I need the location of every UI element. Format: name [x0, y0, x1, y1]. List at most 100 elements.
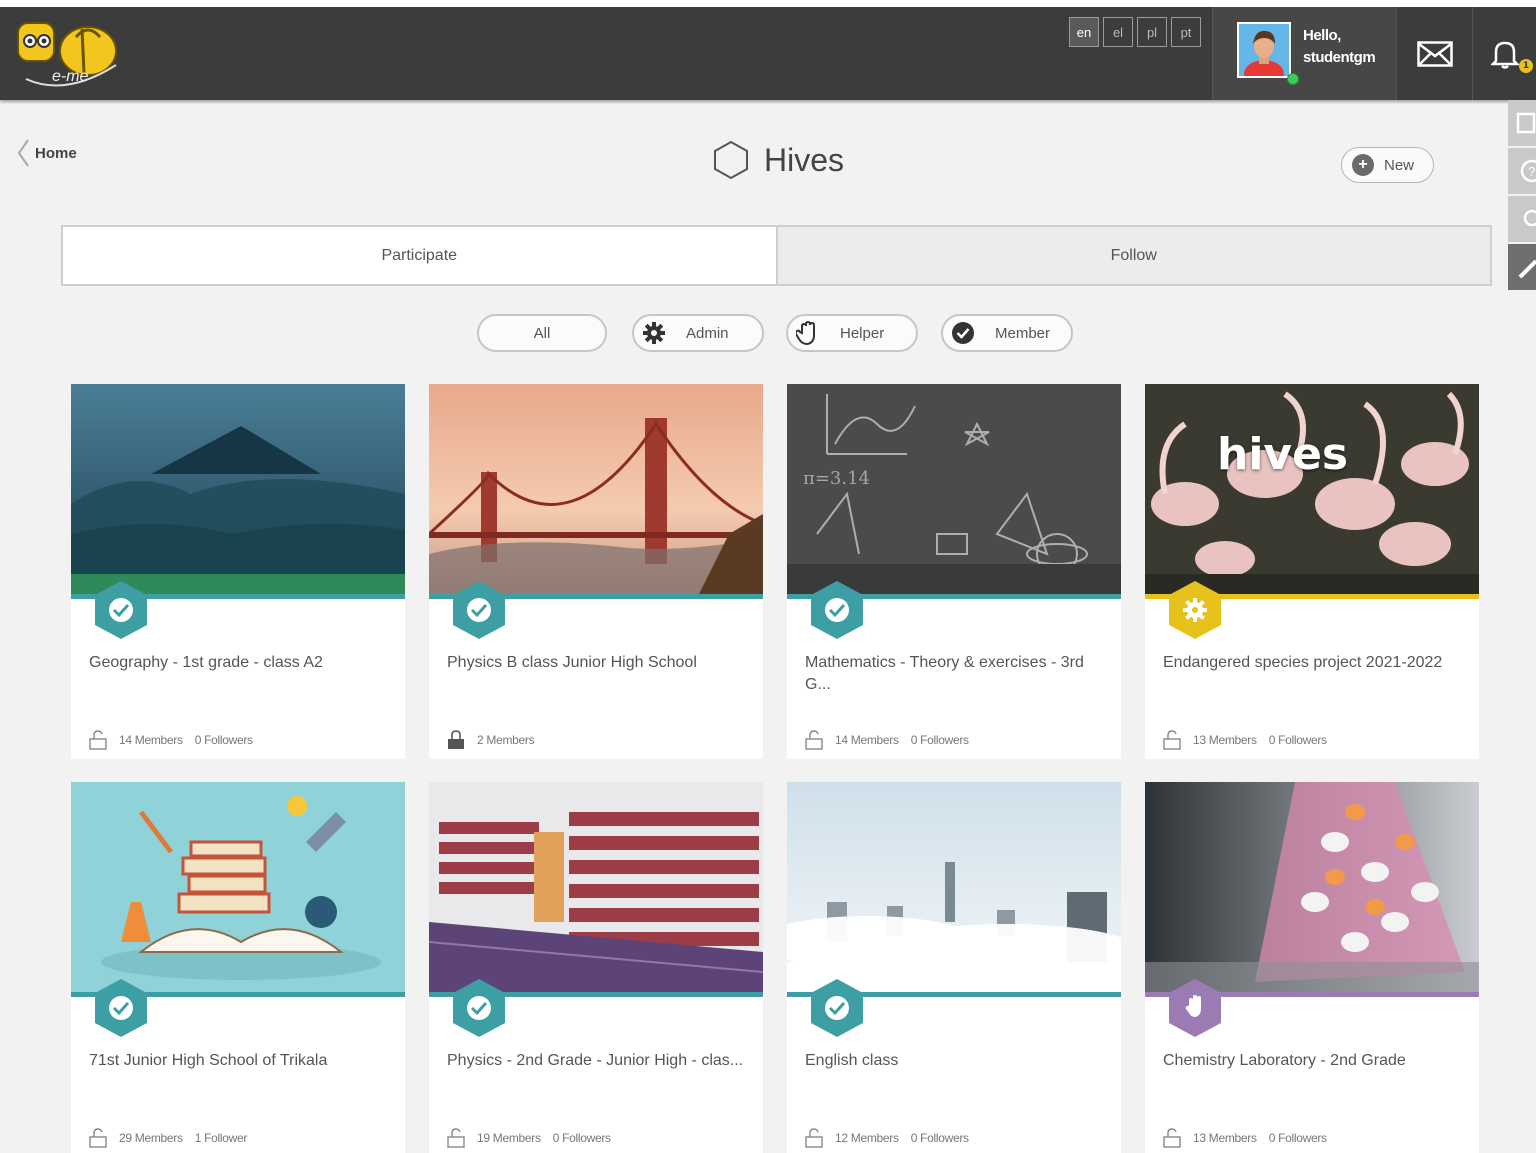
page-title-text: Hives [764, 141, 845, 178]
bell-icon [1490, 41, 1519, 69]
page-title: Hives [712, 140, 844, 180]
member-badge-icon [453, 581, 505, 639]
lang-pt[interactable]: pt [1171, 17, 1201, 47]
hive-image-chemistry-flask [1145, 782, 1479, 992]
hive-image-library [429, 782, 763, 992]
messages-button[interactable] [1396, 7, 1472, 100]
unlocked-icon [805, 730, 823, 750]
lang-pl[interactable]: pl [1137, 17, 1167, 47]
notification-badge: 1 [1519, 59, 1533, 73]
tab-follow[interactable]: Follow [775, 227, 1490, 284]
lang-el[interactable]: el [1103, 17, 1133, 47]
followers-count: 0 Followers [1268, 1131, 1327, 1145]
hive-meta: 13 Members 0 Followers [1163, 1128, 1327, 1148]
filter-member[interactable]: Member [941, 314, 1073, 352]
members-count: 13 Members [1193, 1131, 1257, 1145]
language-switcher: en el pl pt [1069, 17, 1201, 47]
filter-admin-label: Admin [686, 324, 729, 342]
hive-image-city-clouds [787, 782, 1121, 992]
svg-text:?: ? [1528, 164, 1535, 179]
filter-all[interactable]: All [477, 314, 607, 352]
side-help-button[interactable]: ? [1508, 148, 1536, 196]
unlocked-icon [1163, 730, 1181, 750]
hive-image-flamingos: hives [1145, 384, 1479, 594]
hive-card[interactable]: English class 12 Members 0 Followers [787, 782, 1121, 1153]
hive-meta: 29 Members 1 Follower [89, 1128, 247, 1148]
member-badge-icon [811, 581, 863, 639]
hive-card[interactable]: Chemistry Laboratory - 2nd Grade 13 Memb… [1145, 782, 1479, 1153]
helper-badge-icon [1169, 979, 1221, 1037]
hive-title[interactable]: Physics - 2nd Grade - Junior High - clas… [447, 1050, 747, 1072]
members-count: 13 Members [1193, 733, 1257, 747]
hive-tabs: Participate Follow [61, 225, 1492, 286]
filter-all-label: All [533, 324, 551, 342]
hexagon-icon [714, 140, 748, 180]
unlocked-icon [89, 1128, 107, 1148]
hive-image-mountain [71, 384, 405, 594]
hive-title[interactable]: Mathematics - Theory & exercises - 3rd G… [805, 652, 1105, 696]
role-filters: All Admin Helper Member [0, 314, 1536, 352]
e-me-logo[interactable]: e-me [12, 17, 124, 95]
hive-title[interactable]: English class [805, 1050, 1105, 1072]
gear-icon [642, 321, 666, 345]
notifications-button[interactable]: 1 [1472, 7, 1536, 100]
top-bar: e-me en el pl pt Hello, studentgm 1 [0, 0, 1536, 100]
hand-icon [796, 321, 820, 345]
lang-en[interactable]: en [1069, 17, 1099, 47]
check-circle-icon [951, 321, 975, 345]
followers-count: 0 Followers [194, 733, 253, 747]
members-count: 29 Members [119, 1131, 183, 1145]
member-badge-icon [95, 979, 147, 1037]
hive-title[interactable]: Endangered species project 2021-2022 [1163, 652, 1463, 674]
followers-count: 0 Followers [1268, 733, 1327, 747]
breadcrumb-home[interactable]: Home [35, 145, 77, 162]
members-count: 14 Members [119, 733, 183, 747]
book-icon [1516, 112, 1536, 134]
filter-helper-label: Helper [840, 324, 885, 342]
member-badge-icon [453, 979, 505, 1037]
hive-meta: 13 Members 0 Followers [1163, 730, 1327, 750]
unlocked-icon [1163, 1128, 1181, 1148]
hive-card[interactable]: Physics - 2nd Grade - Junior High - clas… [429, 782, 763, 1153]
hive-image-chalkboard: π=3.14 [787, 384, 1121, 594]
greeting-username: studentgm [1303, 49, 1376, 66]
hive-image-bridge [429, 384, 763, 594]
hive-title[interactable]: Geography - 1st grade - class A2 [89, 652, 389, 674]
hive-card[interactable]: Physics B class Junior High School 2 Mem… [429, 384, 763, 759]
new-hive-button[interactable]: + New [1341, 147, 1434, 183]
hive-card[interactable]: π=3.14 Mathematics - Theory & exercises … [787, 384, 1121, 759]
followers-count: 0 Followers [910, 1131, 969, 1145]
hive-title[interactable]: 71st Junior High School of Trikala [89, 1050, 389, 1072]
hive-title[interactable]: Physics B class Junior High School [447, 652, 747, 674]
hive-card[interactable]: hives Endangered species project 2021-20… [1145, 384, 1479, 759]
hive-card[interactable]: 71st Junior High School of Trikala 29 Me… [71, 782, 405, 1153]
envelope-icon [1416, 40, 1453, 67]
members-count: 12 Members [835, 1131, 899, 1145]
filter-admin[interactable]: Admin [632, 314, 764, 352]
side-book-button[interactable] [1508, 100, 1536, 148]
plus-icon: + [1352, 154, 1374, 176]
unlocked-icon [447, 1128, 465, 1148]
side-search-button[interactable] [1508, 196, 1536, 244]
admin-badge-icon [1169, 581, 1221, 639]
hive-title[interactable]: Chemistry Laboratory - 2nd Grade [1163, 1050, 1463, 1072]
pencil-icon [1518, 259, 1536, 279]
new-button-label: New [1384, 156, 1415, 174]
followers-count: 1 Follower [194, 1131, 248, 1145]
svg-text:π=3.14: π=3.14 [803, 468, 870, 489]
online-status-dot [1287, 73, 1299, 85]
avatar [1237, 22, 1291, 78]
hive-card[interactable]: Geography - 1st grade - class A2 14 Memb… [71, 384, 405, 759]
hive-meta: 2 Members [447, 730, 535, 750]
breadcrumb[interactable]: Home [17, 139, 77, 167]
unlocked-icon [805, 1128, 823, 1148]
tab-participate[interactable]: Participate [63, 227, 776, 284]
members-count: 14 Members [835, 733, 899, 747]
greeting-hello: Hello, [1303, 27, 1341, 44]
chevron-left-icon [17, 139, 29, 167]
members-count: 2 Members [477, 733, 535, 747]
help-icon: ? [1520, 159, 1536, 183]
side-edit-button[interactable] [1508, 244, 1536, 292]
filter-helper[interactable]: Helper [786, 314, 918, 352]
user-menu[interactable]: Hello, studentgm [1212, 7, 1396, 100]
